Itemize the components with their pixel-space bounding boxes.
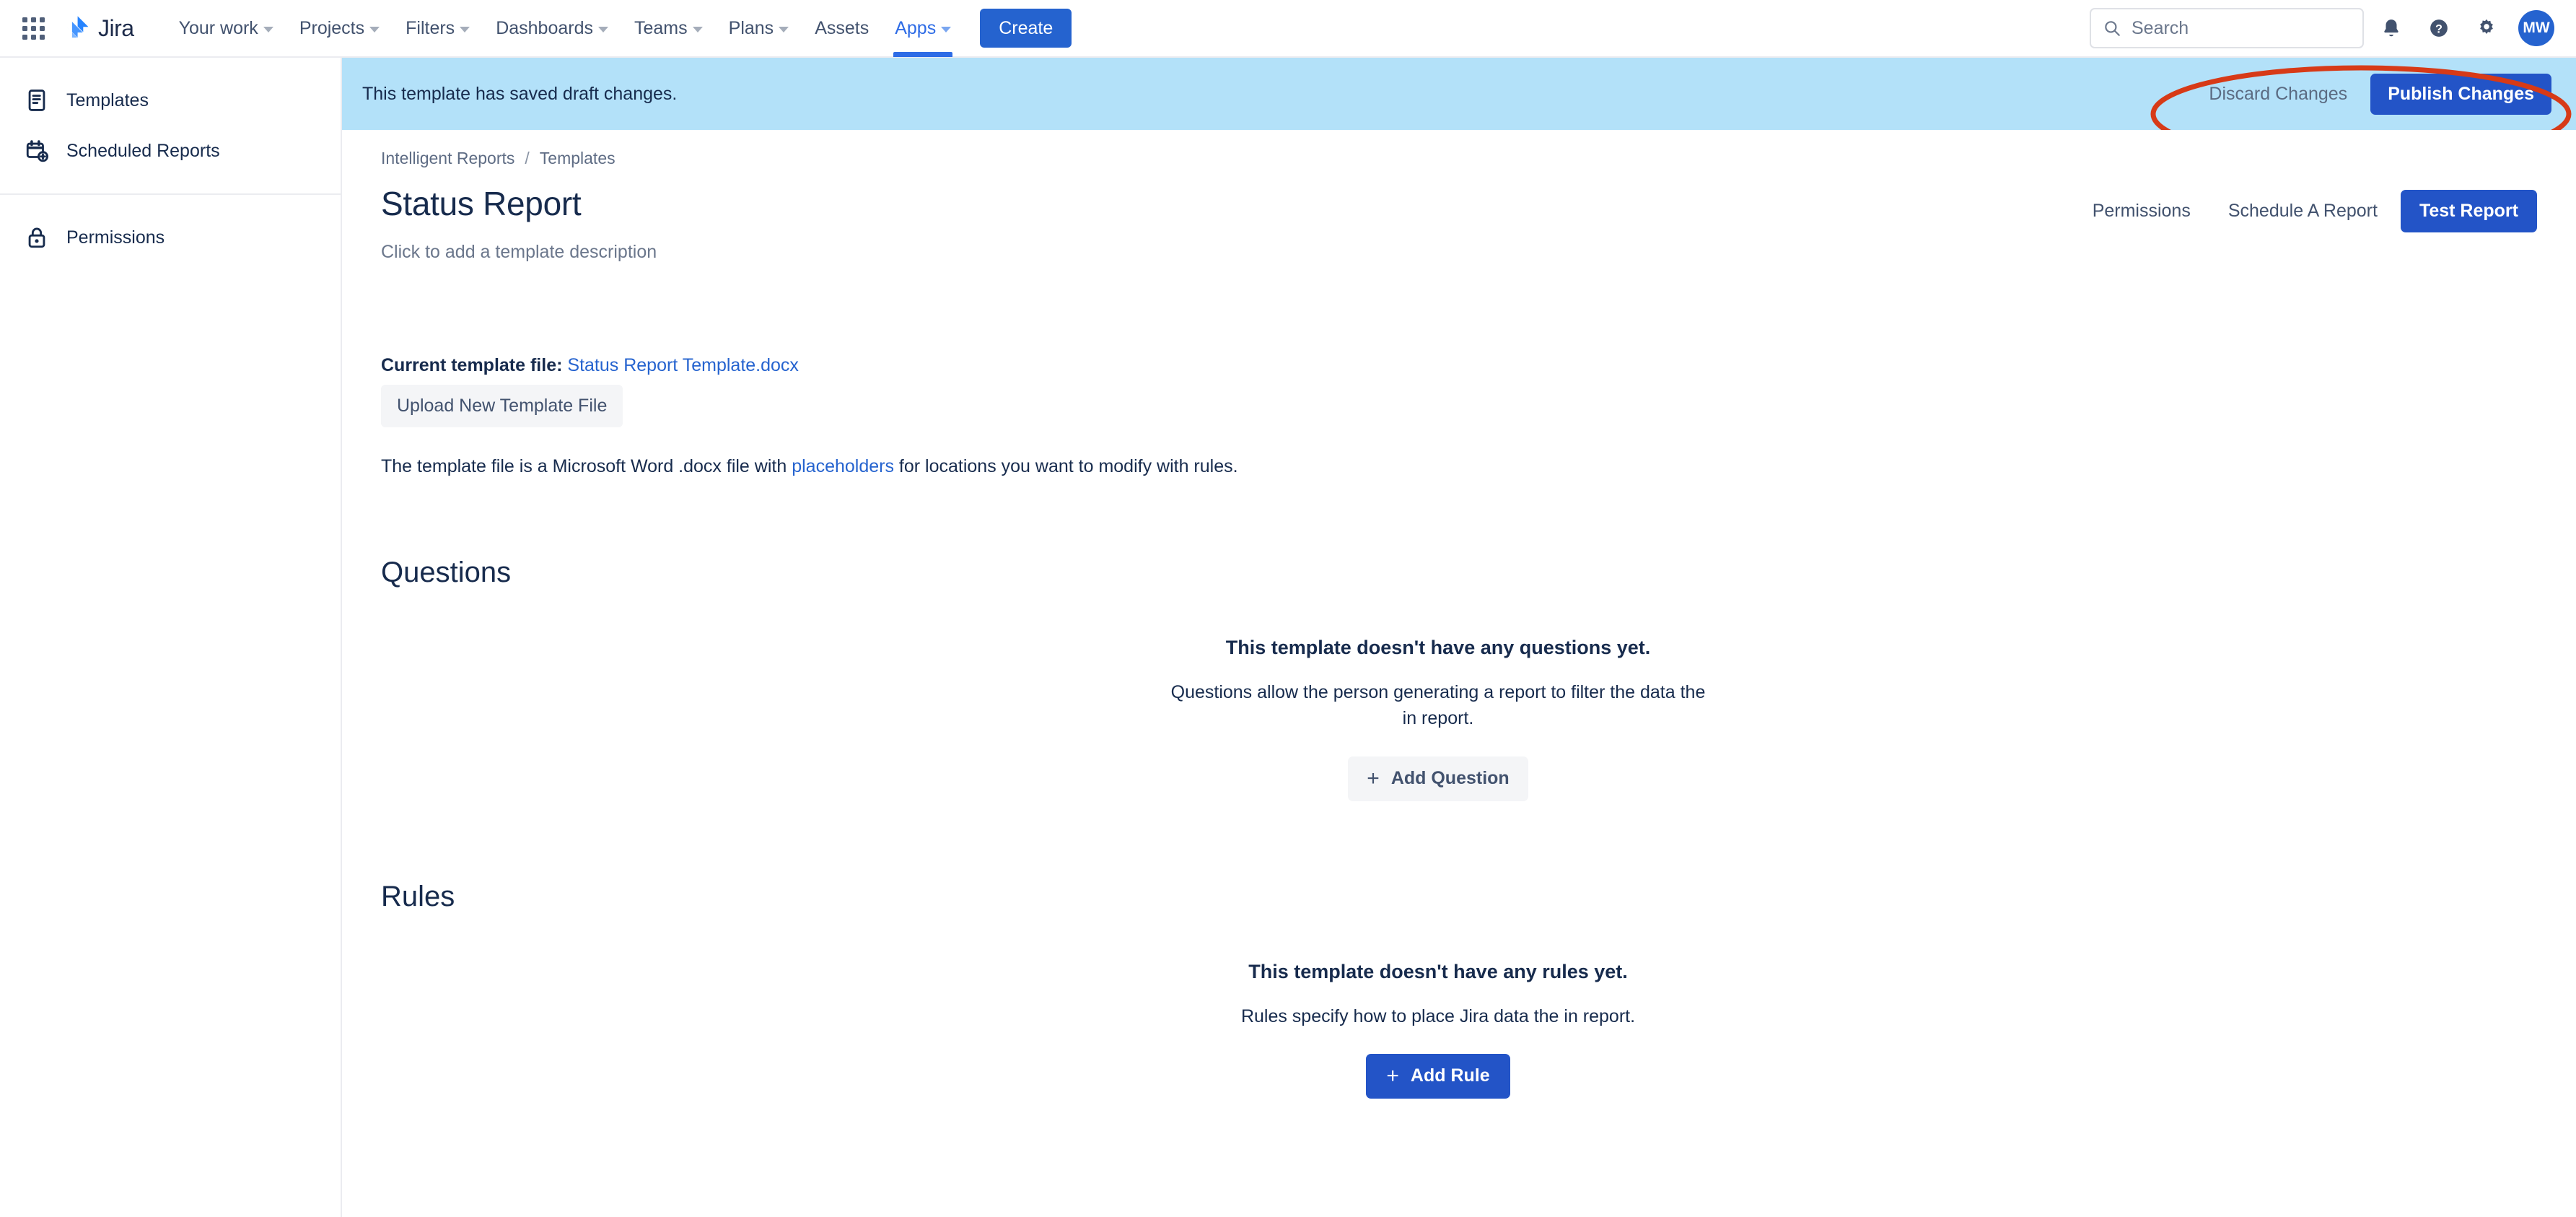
sidebar-divider bbox=[0, 193, 341, 195]
add-rule-button[interactable]: + Add Rule bbox=[1366, 1053, 1510, 1099]
template-description-input[interactable]: Click to add a template description bbox=[381, 242, 657, 263]
questions-empty-body: Questions allow the person generating a … bbox=[1170, 682, 1706, 729]
chevron-down-icon bbox=[369, 27, 380, 32]
sidebar-item-label: Scheduled Reports bbox=[66, 140, 220, 161]
banner-actions: Discard Changes Publish Changes bbox=[2196, 73, 2551, 115]
breadcrumb-item-templates[interactable]: Templates bbox=[540, 149, 615, 168]
avatar[interactable]: MW bbox=[2518, 10, 2554, 46]
nav-item-your-work[interactable]: Your work bbox=[166, 0, 286, 57]
permissions-button[interactable]: Permissions bbox=[2078, 191, 2205, 232]
note-prefix: The template file is a Microsoft Word .d… bbox=[381, 456, 792, 476]
current-template-file-section: Current template file: Status Report Tem… bbox=[381, 355, 2576, 477]
schedule-a-report-button[interactable]: Schedule A Report bbox=[2214, 191, 2392, 232]
questions-section: Questions This template doesn't have any… bbox=[381, 557, 2576, 801]
publish-changes-button[interactable]: Publish Changes bbox=[2370, 73, 2551, 115]
notifications-bell-icon[interactable] bbox=[2371, 8, 2411, 48]
banner-message: This template has saved draft changes. bbox=[362, 83, 678, 104]
breadcrumb-item-intelligent-reports[interactable]: Intelligent Reports bbox=[381, 149, 514, 168]
lock-icon bbox=[28, 227, 45, 248]
help-icon[interactable]: ? bbox=[2419, 8, 2459, 48]
nav-label: Apps bbox=[895, 17, 937, 38]
chevron-down-icon bbox=[460, 27, 470, 32]
nav-label: Assets bbox=[815, 17, 869, 38]
plus-icon: + bbox=[1367, 766, 1380, 790]
nav-label: Dashboards bbox=[496, 17, 593, 38]
nav-label: Plans bbox=[728, 17, 774, 38]
main-content: Intelligent Reports / Templates Status R… bbox=[342, 130, 2576, 1217]
page-header-actions: Permissions Schedule A Report Test Repor… bbox=[2078, 190, 2537, 232]
nav-label: Filters bbox=[406, 17, 455, 38]
calendar-add-icon bbox=[26, 140, 49, 162]
page-title: Status Report bbox=[381, 185, 582, 222]
nav-item-projects[interactable]: Projects bbox=[286, 0, 393, 57]
svg-text:?: ? bbox=[2435, 22, 2443, 35]
add-question-button[interactable]: + Add Question bbox=[1348, 756, 1528, 801]
add-rule-wrap: + Add Rule bbox=[381, 1053, 2495, 1099]
nav-label: Teams bbox=[634, 17, 688, 38]
sidebar-item-templates[interactable]: Templates bbox=[0, 75, 341, 126]
nav-label: Your work bbox=[178, 17, 258, 38]
app-switcher-icon[interactable] bbox=[17, 12, 49, 44]
page-header: Status Report Click to add a template de… bbox=[381, 184, 2576, 263]
jira-home-link[interactable]: Jira bbox=[63, 14, 134, 42]
search-input[interactable]: Search bbox=[2090, 8, 2364, 48]
current-template-file-label: Current template file: bbox=[381, 355, 563, 375]
jira-wordmark: Jira bbox=[98, 14, 134, 41]
add-question-wrap: + Add Question bbox=[381, 756, 2495, 801]
add-rule-label: Add Rule bbox=[1410, 1065, 1490, 1086]
questions-heading: Questions bbox=[381, 557, 512, 588]
sidebar-item-scheduled-reports[interactable]: Scheduled Reports bbox=[0, 126, 341, 176]
nav-item-filters[interactable]: Filters bbox=[393, 0, 483, 57]
add-question-label: Add Question bbox=[1390, 768, 1510, 788]
jira-logo-icon bbox=[66, 16, 89, 38]
nav-right-cluster: Search ? MW bbox=[2090, 8, 2554, 48]
note-suffix: for locations you want to modify with ru… bbox=[893, 456, 1238, 476]
placeholders-link[interactable]: placeholders bbox=[792, 456, 894, 476]
page-header-left: Status Report Click to add a template de… bbox=[381, 184, 657, 263]
nav-item-dashboards[interactable]: Dashboards bbox=[483, 0, 621, 57]
chevron-down-icon bbox=[598, 27, 608, 32]
current-template-file-line: Current template file: Status Report Tem… bbox=[381, 355, 2576, 376]
sidebar-item-label: Permissions bbox=[66, 227, 165, 248]
breadcrumb: Intelligent Reports / Templates bbox=[381, 149, 2576, 168]
primary-nav-items: Your work Projects Filters Dashboards Te… bbox=[166, 0, 965, 57]
nav-label: Projects bbox=[299, 17, 365, 38]
search-placeholder: Search bbox=[2132, 17, 2189, 38]
nav-item-teams[interactable]: Teams bbox=[621, 0, 716, 57]
sidebar-item-label: Templates bbox=[66, 90, 149, 110]
nav-item-assets[interactable]: Assets bbox=[802, 0, 882, 57]
chevron-down-icon bbox=[941, 27, 952, 32]
questions-empty-state: This template doesn't have any questions… bbox=[381, 637, 2495, 801]
chevron-down-icon bbox=[692, 27, 703, 32]
nav-item-plans[interactable]: Plans bbox=[716, 0, 802, 57]
settings-gear-icon[interactable] bbox=[2466, 8, 2507, 48]
breadcrumb-separator: / bbox=[525, 149, 530, 167]
upload-new-template-file-button[interactable]: Upload New Template File bbox=[381, 385, 623, 427]
template-file-note: The template file is a Microsoft Word .d… bbox=[381, 456, 2576, 477]
discard-changes-button[interactable]: Discard Changes bbox=[2196, 75, 2360, 113]
chevron-down-icon bbox=[263, 27, 273, 32]
rules-empty-title: This template doesn't have any rules yet… bbox=[1248, 960, 1628, 982]
test-report-button[interactable]: Test Report bbox=[2400, 190, 2537, 232]
draft-changes-banner: This template has saved draft changes. D… bbox=[342, 58, 2576, 130]
grid-apps-icon bbox=[22, 17, 45, 40]
top-navigation-bar: Jira Your work Projects Filters Dashboar… bbox=[0, 0, 2576, 58]
rules-empty-body: Rules specify how to place Jira data the… bbox=[1240, 1006, 1636, 1026]
create-button[interactable]: Create bbox=[980, 9, 1072, 48]
nav-item-apps[interactable]: Apps bbox=[882, 0, 964, 57]
plus-icon: + bbox=[1386, 1063, 1399, 1088]
rules-heading: Rules bbox=[381, 880, 455, 912]
search-icon bbox=[2105, 21, 2120, 36]
questions-empty-title: This template doesn't have any questions… bbox=[1225, 637, 1651, 658]
rules-section: Rules This template doesn't have any rul… bbox=[381, 881, 2576, 1099]
sidebar-item-permissions[interactable]: Permissions bbox=[0, 212, 341, 263]
template-file-link[interactable]: Status Report Template.docx bbox=[567, 355, 799, 375]
template-document-icon bbox=[28, 90, 45, 111]
chevron-down-icon bbox=[779, 27, 789, 32]
rules-empty-state: This template doesn't have any rules yet… bbox=[381, 961, 2495, 1099]
left-sidebar: Templates Scheduled Reports Permissions bbox=[0, 58, 342, 1217]
